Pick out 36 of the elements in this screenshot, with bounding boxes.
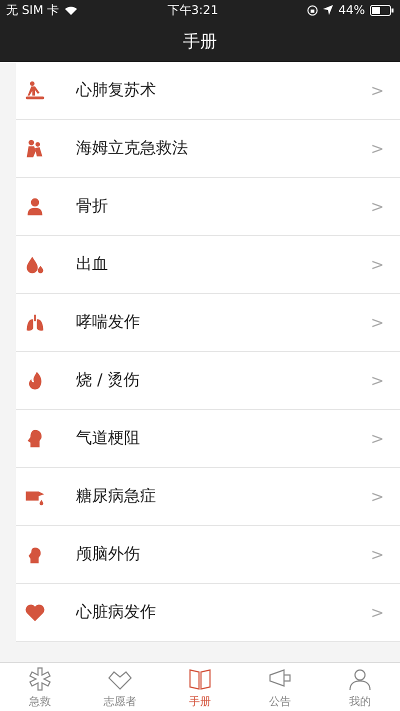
list-item[interactable]: 气道梗阻 >: [16, 410, 400, 468]
tab[interactable]: 急救: [0, 663, 80, 711]
tab[interactable]: 公告: [240, 663, 320, 711]
list-item[interactable]: 心脏病发作 >: [16, 584, 400, 642]
chevron-icon: >: [370, 313, 384, 332]
tab-icon: [26, 666, 54, 692]
item-icon: [24, 602, 46, 624]
tab[interactable]: 我的: [320, 663, 400, 711]
status-time: 下午3:21: [166, 2, 220, 18]
rotation-lock-icon: [307, 4, 318, 16]
carrier-text: 无 SIM 卡: [6, 2, 60, 18]
chevron-icon: >: [370, 603, 384, 622]
list-item[interactable]: 颅脑外伤 >: [16, 526, 400, 584]
battery-icon: [370, 4, 394, 16]
chevron-icon: >: [370, 197, 384, 216]
list-item[interactable]: 海姆立克急救法 >: [16, 120, 400, 178]
battery-percent: 44%: [338, 3, 365, 17]
chevron-icon: >: [370, 81, 384, 100]
list-item[interactable]: 心肺复苏术 >: [16, 62, 400, 120]
list-item[interactable]: 糖尿病急症 >: [16, 468, 400, 526]
chevron-icon: >: [370, 545, 384, 564]
chevron-icon: >: [370, 429, 384, 448]
item-icon: [24, 80, 46, 102]
chevron-icon: >: [370, 487, 384, 506]
chevron-icon: >: [370, 371, 384, 390]
list-item[interactable]: 骨折 >: [16, 178, 400, 236]
tab[interactable]: 志愿者: [80, 663, 160, 711]
wifi-icon: [64, 5, 78, 15]
chevron-icon: >: [370, 139, 384, 158]
list-item[interactable]: 出血 >: [16, 236, 400, 294]
tab[interactable]: 手册: [160, 663, 240, 711]
location-arrow-icon: [323, 5, 334, 15]
chevron-icon: >: [370, 255, 384, 274]
list-item[interactable]: 哮喘发作 >: [16, 294, 400, 352]
list-item[interactable]: 烧 / 烫伤 >: [16, 352, 400, 410]
nav-title: 手册: [183, 30, 217, 52]
